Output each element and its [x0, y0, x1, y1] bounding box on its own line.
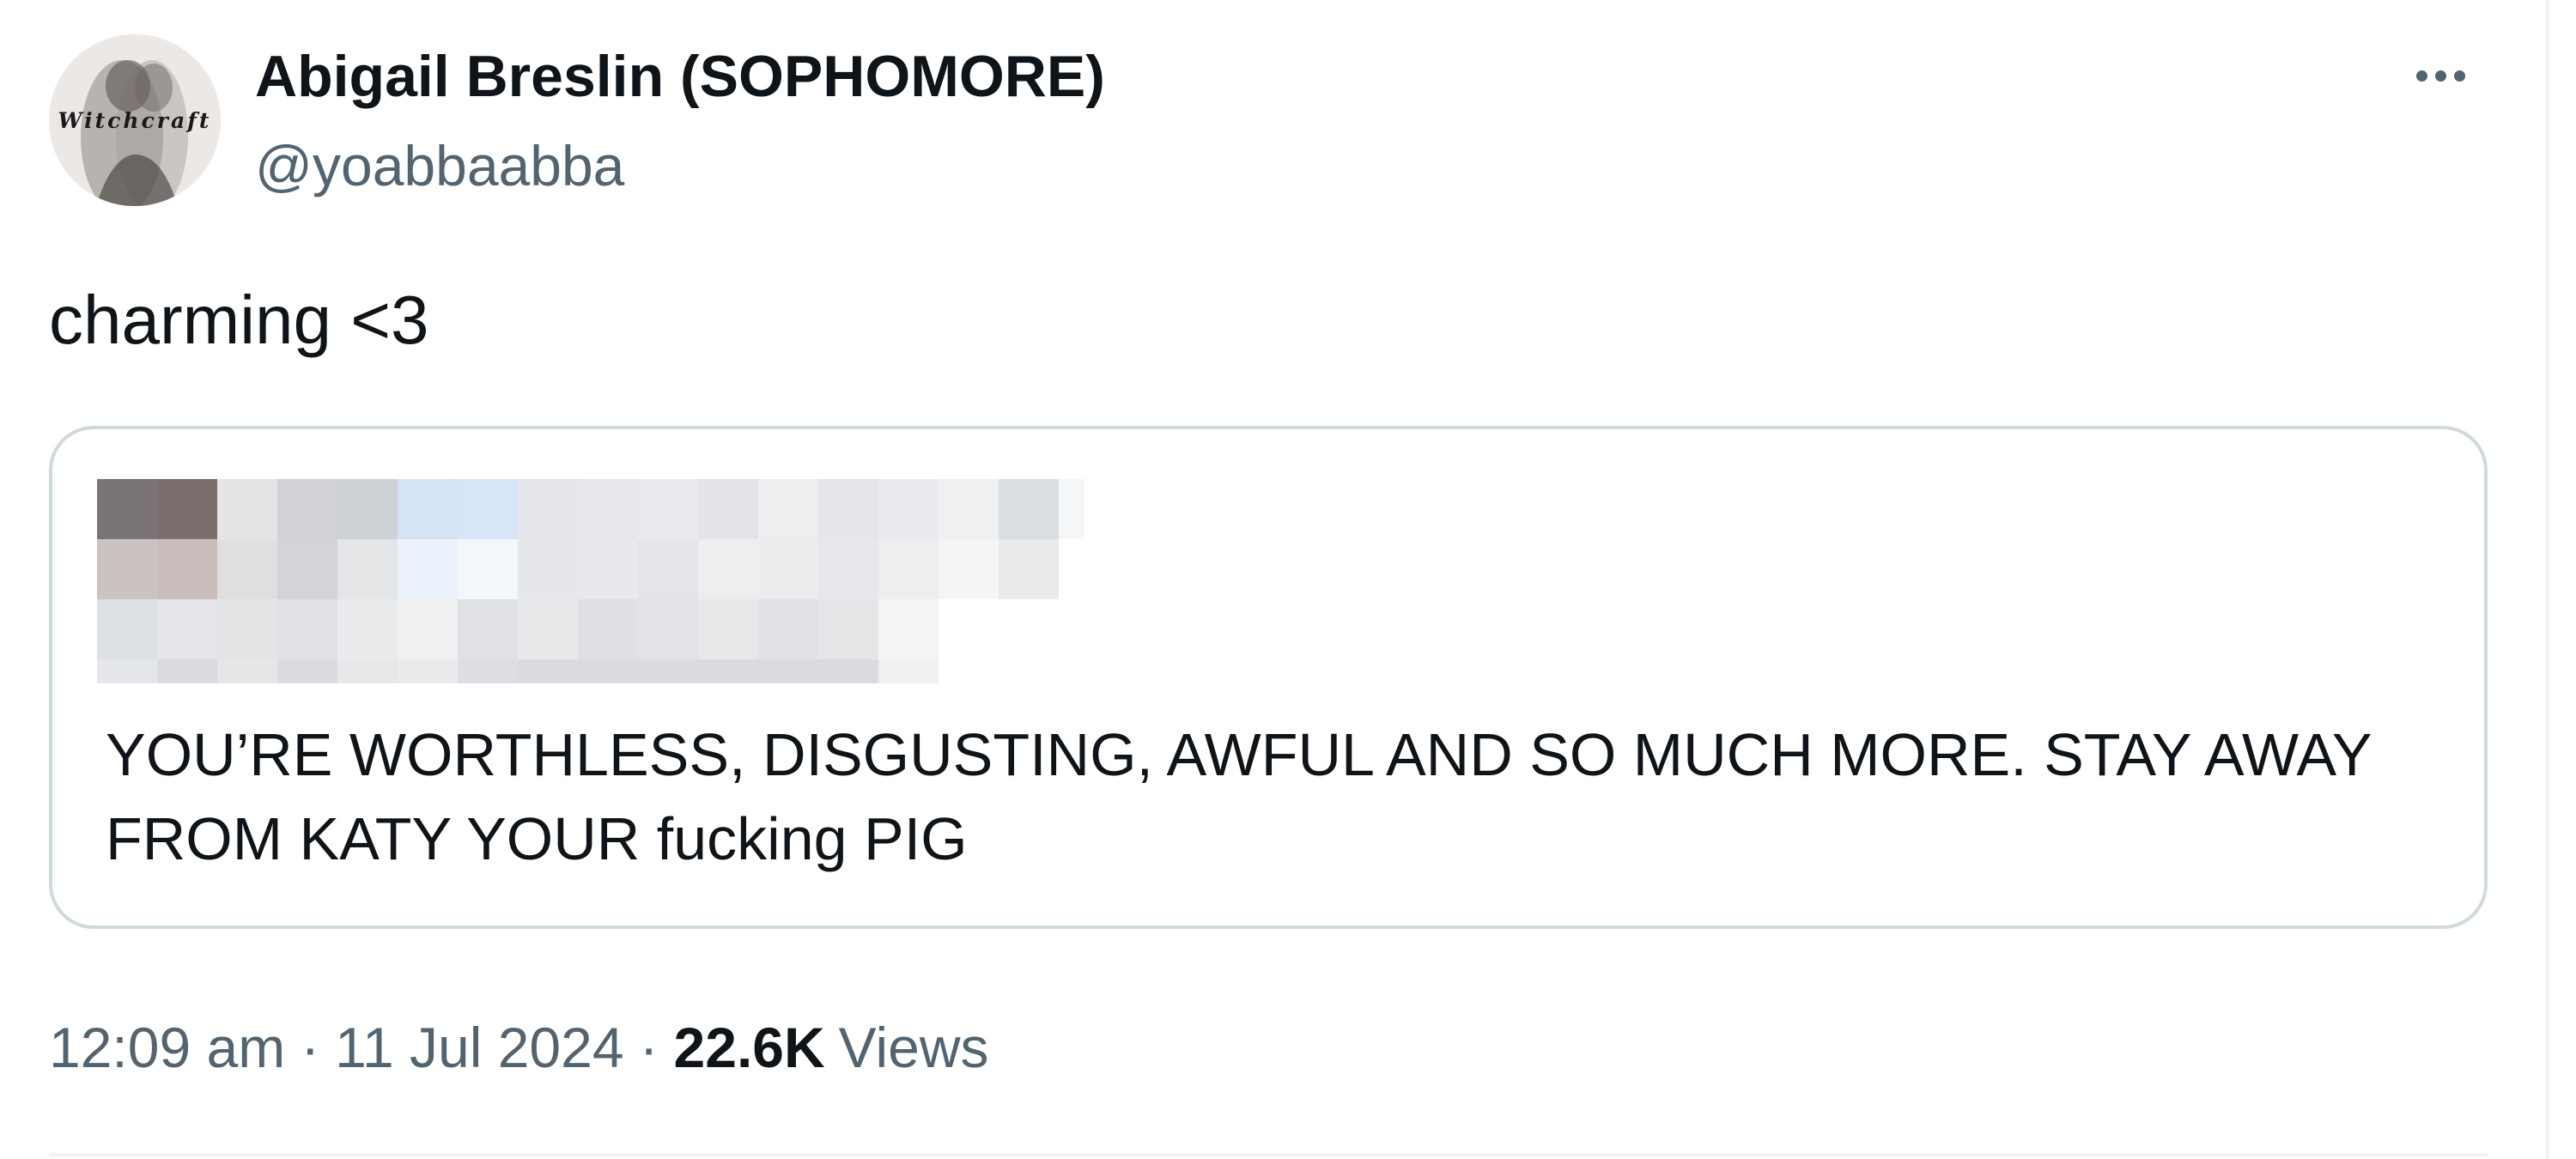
quoted-tweet-card[interactable]: YOU’RE WORTHLESS, DISGUSTING, AWFUL AND …	[49, 426, 2488, 929]
tweet-meta: 12:09 am · 11 Jul 2024 · 22.6K Views	[49, 1004, 989, 1090]
tweet-date[interactable]: 11 Jul 2024	[335, 1016, 623, 1079]
views-label: Views	[838, 1016, 989, 1079]
more-horizontal-icon	[2415, 70, 2427, 82]
tweet-text: charming <3	[49, 282, 429, 358]
author-name[interactable]: Abigail Breslin (SOPHOMORE)	[255, 38, 1105, 115]
quoted-tweet-text: YOU’RE WORTHLESS, DISGUSTING, AWFUL AND …	[106, 721, 2372, 872]
pixelated-redaction	[97, 479, 1084, 683]
meta-separator: ·	[301, 1016, 320, 1079]
column-border	[2546, 0, 2549, 1159]
more-horizontal-icon-dot	[2434, 70, 2446, 82]
avatar[interactable]: Witchcraft	[49, 34, 221, 206]
more-horizontal-icon-dot	[2453, 70, 2465, 82]
more-options-button[interactable]	[2402, 50, 2479, 101]
divider	[49, 1153, 2488, 1156]
tweet: Witchcraft Abigail Breslin (SOPHOMORE) @…	[49, 0, 2488, 1159]
tweet-time[interactable]: 12:09 am	[49, 1016, 285, 1079]
author-handle[interactable]: @yoabbaabba	[255, 127, 624, 204]
redacted-quote-header	[97, 479, 1127, 694]
meta-separator: ·	[639, 1016, 659, 1079]
avatar-text: Witchcraft	[58, 108, 212, 133]
views-count: 22.6K	[673, 1016, 825, 1079]
